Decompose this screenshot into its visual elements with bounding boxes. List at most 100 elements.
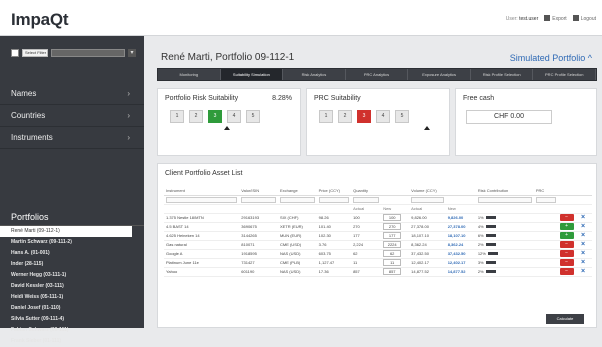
column-filter-input[interactable] <box>477 196 532 203</box>
sidebar-item-names[interactable]: Names › <box>0 83 144 105</box>
prc-cell <box>533 267 558 277</box>
portfolios-title: Portfolios <box>0 209 144 226</box>
scale-box[interactable]: 1 <box>319 110 333 123</box>
subheader-cell <box>239 204 278 214</box>
sell-button[interactable]: − <box>559 250 574 257</box>
new-quantity-input[interactable]: 857 <box>383 268 402 275</box>
tab-item[interactable]: PRC Profile Selection <box>533 69 597 80</box>
tab-item[interactable]: Risk Analytics <box>283 69 346 80</box>
portfolio-item[interactable]: Fabian Schwarz (06-111) <box>0 325 144 336</box>
new-quantity-input[interactable]: 2224 <box>383 241 402 248</box>
scale-box[interactable]: 5 <box>246 110 260 123</box>
filter-input[interactable] <box>51 49 125 57</box>
filter-bar: Select Filter ▾ <box>0 36 144 83</box>
filter-cell <box>557 195 580 205</box>
column-filter-input[interactable] <box>241 196 276 203</box>
tab-item[interactable]: Risk Profile Selection <box>471 69 534 80</box>
new-quantity-cell: 857 <box>381 267 410 277</box>
prc-suitability-title: PRC Suitability <box>314 95 361 102</box>
close-icon[interactable]: × <box>581 241 585 248</box>
risk-bar <box>485 243 496 247</box>
simulated-portfolio-label: Simulated Portfolio <box>509 53 586 63</box>
chevron-up-icon: ^ <box>587 53 592 63</box>
buy-button[interactable]: + <box>559 232 574 239</box>
risk-value: 4% <box>477 224 484 229</box>
scale-box[interactable]: 1 <box>170 110 184 123</box>
chevron-right-icon: › <box>127 89 130 98</box>
scale-box[interactable]: 2 <box>189 110 203 123</box>
scale-box[interactable]: 3 <box>357 110 371 123</box>
column-header <box>445 186 476 196</box>
sell-button[interactable]: − <box>559 259 574 266</box>
scale-box[interactable]: 4 <box>376 110 390 123</box>
subheader-cell: New <box>381 204 410 214</box>
new-quantity-input[interactable]: 270 <box>383 223 402 230</box>
simulated-portfolio-link[interactable]: Simulated Portfolio ^ <box>510 53 592 63</box>
portfolio-item[interactable]: Daniel Josef (01-110) <box>0 303 144 314</box>
portfolio-item[interactable]: Inder (28-115) <box>0 259 144 270</box>
column-filter-input[interactable] <box>353 196 380 203</box>
portfolio-item[interactable]: Silvia Sutter (09-111-4) <box>0 314 144 325</box>
scale-box[interactable]: 4 <box>227 110 241 123</box>
column-filter-input[interactable] <box>318 196 350 203</box>
close-icon[interactable]: × <box>581 223 585 230</box>
sidebar-item-countries[interactable]: Countries › <box>0 105 144 127</box>
scale-box[interactable]: 5 <box>395 110 409 123</box>
lock-icon <box>572 15 579 21</box>
asset-list-panel: Client Portfolio Asset List Instrument Va… <box>157 163 597 328</box>
column-filter-input[interactable] <box>411 196 444 203</box>
portfolio-item[interactable]: Martin Schwarz (09-111-2) <box>0 237 144 248</box>
tab-item[interactable]: Monitoring <box>158 69 221 80</box>
column-filter-input[interactable] <box>166 196 238 203</box>
sell-button[interactable]: − <box>559 268 574 275</box>
calculate-button[interactable]: Calculate <box>546 314 584 324</box>
filter-select[interactable]: Select Filter <box>22 49 48 57</box>
buy-button[interactable]: + <box>559 223 574 230</box>
column-filter-input[interactable] <box>535 196 556 203</box>
close-icon[interactable]: × <box>581 250 585 257</box>
tab-item[interactable]: Suitability Simulation <box>220 69 284 80</box>
close-icon[interactable]: × <box>581 232 585 239</box>
sell-button[interactable]: − <box>559 214 574 221</box>
portfolio-item[interactable]: René Marti (09-112-1) <box>0 226 132 237</box>
column-filter-input[interactable] <box>279 196 315 203</box>
tab-item[interactable]: PRC Analytics <box>346 69 409 80</box>
free-cash-title: Free cash <box>463 95 495 102</box>
prc-cell <box>533 231 558 241</box>
chevron-down-icon[interactable]: ▾ <box>128 49 136 57</box>
sell-button[interactable]: − <box>559 241 574 248</box>
new-quantity-input[interactable]: 62 <box>383 250 402 257</box>
price-cell: 603.75 <box>316 249 352 259</box>
portfolio-item[interactable]: Heidi Weiss (05-111-1) <box>0 292 144 303</box>
portfolio-item[interactable]: Frank Sieber (01-111) <box>0 336 144 347</box>
filter-cell <box>533 195 558 205</box>
close-icon[interactable]: × <box>581 214 585 221</box>
portfolio-item[interactable]: Hans A. (01-001) <box>0 248 144 259</box>
portfolio-item[interactable]: David Kessler (03-111) <box>0 281 144 292</box>
instrument-cell: 4.625 Heineken 14 <box>164 231 240 241</box>
portfolio-list: René Marti (09-112-1) Martin Schwarz (09-… <box>0 226 144 347</box>
free-cash-panel: Free cash CHF 0.00 <box>455 88 597 156</box>
filter-checkbox[interactable] <box>11 49 19 57</box>
tab-item[interactable]: Exposure Analytics <box>408 69 471 80</box>
isin-cell: 731427 <box>239 258 278 268</box>
new-volume-cell: 27,378.00 <box>445 222 476 232</box>
new-quantity-input[interactable]: 177 <box>383 232 402 239</box>
close-icon[interactable]: × <box>581 268 585 275</box>
table-row: Platinum June 11e 731427 CME (PLB) 1,127.47… <box>164 258 592 268</box>
action-cell: − <box>557 258 580 268</box>
scale-box[interactable]: 3 <box>208 110 222 123</box>
column-header: Instrument <box>164 186 240 196</box>
portfolio-item[interactable]: Werner Hegg (03-111-1) <box>0 270 144 281</box>
sidebar-item-label: Names <box>11 89 37 98</box>
scale-box[interactable]: 2 <box>338 110 352 123</box>
export-link[interactable]: Export <box>544 15 567 22</box>
table-row: 4.625 Heineken 14 3144265 MUN (EUR) 102.30 1… <box>164 231 592 241</box>
logout-link[interactable]: Logout <box>572 15 596 22</box>
sidebar-item-instruments[interactable]: Instruments › <box>0 127 144 149</box>
user-name: test.user <box>519 15 539 22</box>
new-quantity-input[interactable]: 100 <box>383 214 402 221</box>
close-icon[interactable]: × <box>581 259 585 266</box>
remove-cell: × <box>579 240 592 250</box>
new-quantity-input[interactable]: 11 <box>383 259 402 266</box>
